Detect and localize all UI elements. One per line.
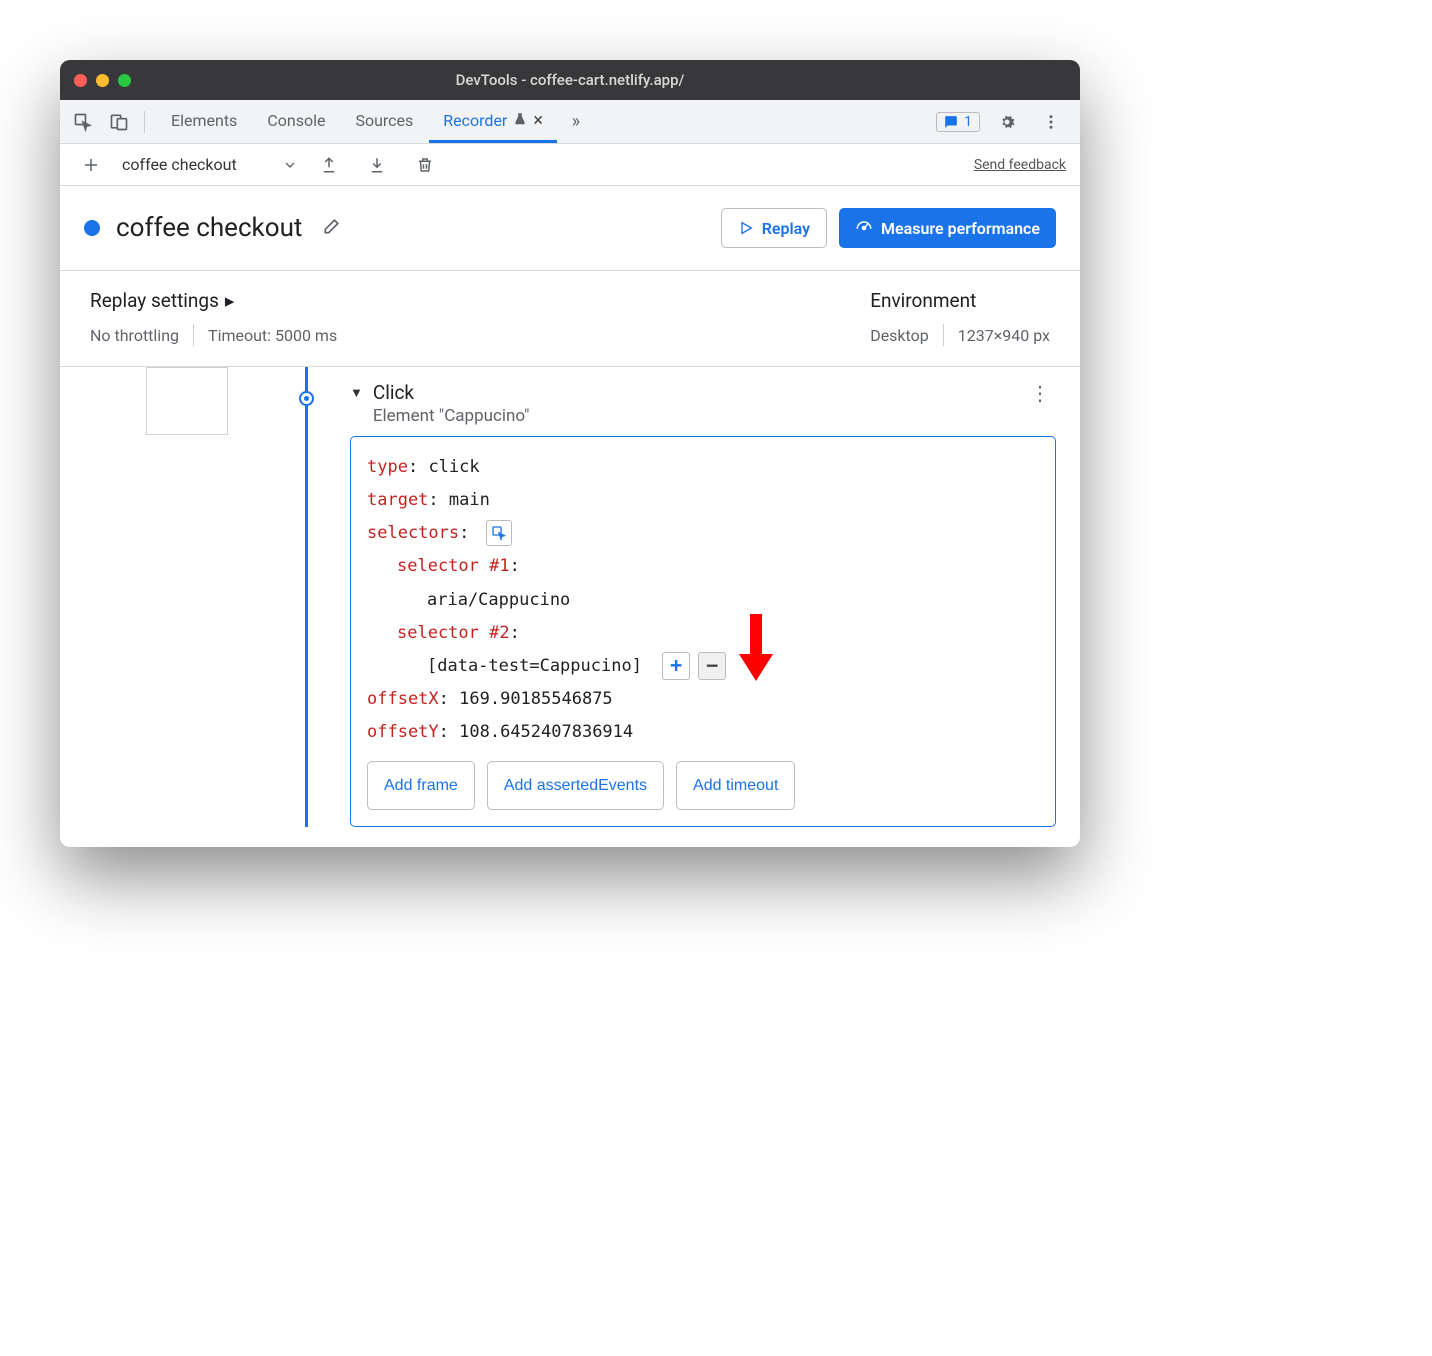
- tab-elements[interactable]: Elements: [157, 100, 251, 143]
- tab-recorder[interactable]: Recorder ×: [429, 100, 557, 143]
- divider: [193, 324, 194, 346]
- recording-title: coffee checkout: [116, 213, 302, 243]
- add-timeout-button[interactable]: Add timeout: [676, 761, 795, 810]
- prop-key: selector #2: [397, 623, 510, 643]
- issues-count: 1: [964, 114, 972, 130]
- settings-title-label: Environment: [870, 289, 976, 312]
- step-subtitle: Element "Cappucino": [373, 406, 530, 426]
- edit-title-icon[interactable]: [322, 216, 342, 240]
- settings-gear-icon[interactable]: [990, 105, 1024, 139]
- more-tabs-icon[interactable]: »: [559, 105, 593, 139]
- button-label: Measure performance: [881, 219, 1040, 238]
- button-label: Replay: [762, 219, 810, 238]
- recording-name: coffee checkout: [122, 155, 237, 174]
- prop-key: selector #1: [397, 556, 510, 576]
- pick-selector-icon[interactable]: [486, 520, 512, 546]
- maximize-window-button[interactable]: [118, 74, 131, 87]
- flask-icon: [513, 111, 527, 130]
- prop-value[interactable]: 108.6452407836914: [459, 722, 633, 742]
- tab-console[interactable]: Console: [253, 100, 339, 143]
- prop-value[interactable]: 169.90185546875: [459, 689, 613, 709]
- add-frame-button[interactable]: Add frame: [367, 761, 475, 810]
- prop-key: type: [367, 457, 408, 477]
- step-thumbnail[interactable]: [146, 367, 228, 435]
- collapse-caret-icon[interactable]: ▼: [350, 385, 363, 401]
- new-recording-icon[interactable]: [74, 148, 108, 182]
- timeline-line: [305, 367, 308, 827]
- recording-select[interactable]: coffee checkout: [122, 155, 298, 174]
- settings-title-label: Replay settings: [90, 289, 219, 312]
- prop-key: offsetX: [367, 689, 439, 709]
- prop-key: target: [367, 490, 428, 510]
- play-icon: [738, 220, 754, 236]
- gauge-icon: [855, 219, 873, 237]
- thumbnail-column: [60, 367, 260, 827]
- tab-strip: Elements Console Sources Recorder × » 1: [60, 100, 1080, 144]
- step-column: ▼ Click Element "Cappucino" ⋮ type: clic…: [350, 367, 1080, 827]
- issues-badge[interactable]: 1: [936, 112, 980, 132]
- inspect-icon[interactable]: [66, 105, 100, 139]
- steps-area: ▼ Click Element "Cappucino" ⋮ type: clic…: [60, 367, 1080, 847]
- window-title: DevTools - coffee-cart.netlify.app/: [60, 71, 1080, 89]
- close-tab-icon[interactable]: ×: [533, 110, 543, 131]
- timeout-value: Timeout: 5000 ms: [208, 326, 337, 345]
- prop-value[interactable]: main: [449, 490, 490, 510]
- step-title: Click: [373, 381, 530, 404]
- step-footer: Add frame Add assertedEvents Add timeout: [367, 761, 1039, 810]
- replay-button[interactable]: Replay: [721, 208, 827, 248]
- divider: [943, 324, 944, 346]
- timeline-node[interactable]: [299, 391, 314, 406]
- prop-key: selectors: [367, 523, 459, 543]
- tab-label: Elements: [171, 111, 237, 130]
- selector-value[interactable]: aria/Cappucino: [427, 590, 570, 610]
- import-icon[interactable]: [360, 148, 394, 182]
- export-icon[interactable]: [312, 148, 346, 182]
- remove-selector-button[interactable]: −: [698, 652, 726, 680]
- timeline: [260, 367, 350, 827]
- minimize-window-button[interactable]: [96, 74, 109, 87]
- selector-value[interactable]: [data-test=Cappucino]: [427, 656, 642, 676]
- prop-value[interactable]: click: [428, 457, 479, 477]
- viewport-value: 1237×940 px: [958, 326, 1050, 345]
- prop-key: offsetY: [367, 722, 439, 742]
- environment-settings: Environment Desktop 1237×940 px: [840, 271, 1080, 366]
- tab-label: Recorder: [443, 111, 507, 130]
- chevron-right-icon: ▸: [225, 289, 235, 312]
- chevron-down-icon: [282, 157, 298, 173]
- tab-sources[interactable]: Sources: [341, 100, 427, 143]
- recorder-toolbar: coffee checkout Send feedback: [60, 144, 1080, 186]
- divider: [144, 111, 145, 133]
- tab-label: Console: [267, 111, 325, 130]
- device-toggle-icon[interactable]: [102, 105, 136, 139]
- device-value: Desktop: [870, 326, 929, 345]
- window-titlebar: DevTools - coffee-cart.netlify.app/: [60, 60, 1080, 100]
- delete-icon[interactable]: [408, 148, 442, 182]
- send-feedback-link[interactable]: Send feedback: [974, 157, 1066, 173]
- recording-status-dot: [84, 220, 100, 236]
- settings-row: Replay settings ▸ No throttling Timeout:…: [60, 270, 1080, 367]
- traffic-lights: [74, 74, 131, 87]
- tab-label: Sources: [355, 111, 413, 130]
- measure-performance-button[interactable]: Measure performance: [839, 208, 1056, 248]
- step-menu-icon[interactable]: ⋮: [1030, 381, 1056, 405]
- throttling-value: No throttling: [90, 326, 179, 345]
- step-body: type: click target: main selectors: sele…: [350, 436, 1056, 827]
- step-header[interactable]: ▼ Click Element "Cappucino" ⋮: [350, 367, 1056, 436]
- add-selector-button[interactable]: +: [662, 652, 690, 680]
- close-window-button[interactable]: [74, 74, 87, 87]
- recording-header: coffee checkout Replay Measure performan…: [60, 186, 1080, 270]
- devtools-window: DevTools - coffee-cart.netlify.app/ Elem…: [60, 60, 1080, 847]
- replay-settings[interactable]: Replay settings ▸ No throttling Timeout:…: [60, 271, 840, 366]
- more-menu-icon[interactable]: [1034, 105, 1068, 139]
- add-asserted-events-button[interactable]: Add assertedEvents: [487, 761, 664, 810]
